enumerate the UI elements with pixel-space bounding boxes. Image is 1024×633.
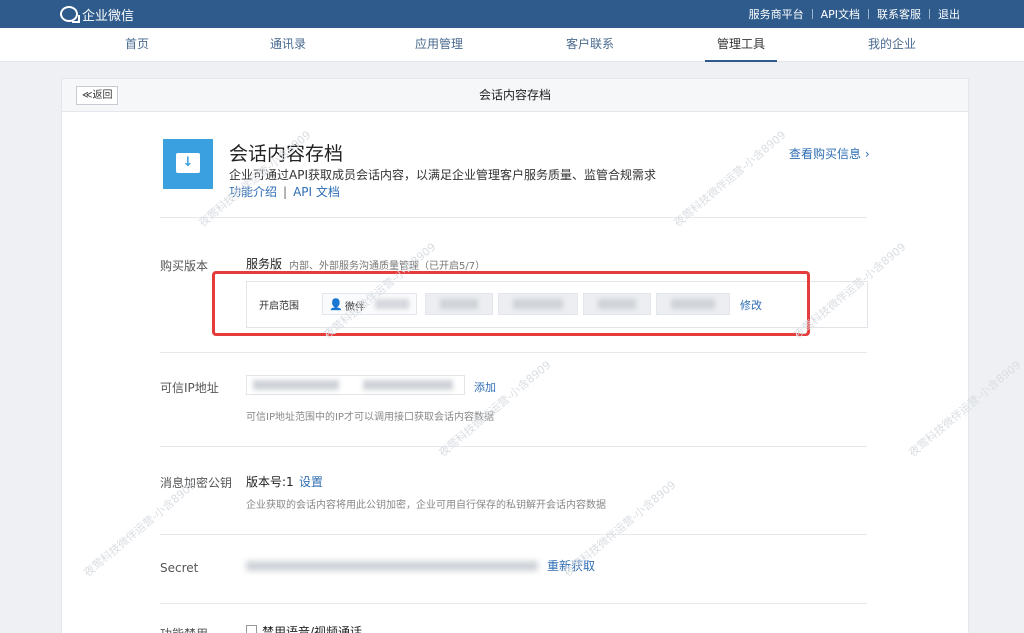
logout-link[interactable]: 退出 [930,6,968,22]
redacted-text [363,380,453,390]
redacted-text [375,299,409,309]
scope-box: 开启范围 👤 微伴 修改 [246,281,868,328]
top-bar: 企业微信 服务商平台 API文档 联系客服 退出 [0,0,1024,28]
top-links: 服务商平台 API文档 联系客服 退出 [741,0,968,28]
tab-home[interactable]: 首页 [113,28,161,62]
feature-intro-link[interactable]: 功能介绍 [229,185,277,199]
app-description: 企业可通过API获取成员会话内容，以满足企业管理客户服务质量、监管合规需求 [229,168,656,182]
tab-my-enterprise[interactable]: 我的企业 [856,28,928,62]
redacted-secret [246,561,538,571]
archive-app-icon: ↓ [163,139,213,189]
redacted-text [440,299,478,309]
api-docs-link[interactable]: API文档 [813,6,868,22]
member-chip: 👤 微伴 [322,293,417,315]
section-divider [160,603,867,604]
panel-title: 会话内容存档 [478,88,551,102]
trusted-ip-input[interactable] [246,375,465,395]
section-divider [160,534,867,535]
modify-scope-link[interactable]: 修改 [740,297,762,313]
redacted-text [513,299,563,309]
tab-app-management[interactable]: 应用管理 [403,28,475,62]
app-name: 会话内容存档 [229,143,344,165]
public-key-label: 消息加密公钥 [160,476,233,490]
member-chip [656,293,730,315]
disable-label: 功能禁用 [160,625,208,633]
section-divider [160,446,867,447]
version-label: 购买版本 [160,259,209,273]
member-chip [425,293,493,315]
disable-voice-video-checkbox[interactable] [246,625,257,633]
refetch-secret-link[interactable]: 重新获取 [547,557,595,574]
key-version: 版本号:1 [246,475,294,489]
back-button[interactable]: ≪返回 [76,86,119,105]
secret-label: Secret [160,561,199,575]
version-description: 内部、外部服务沟通质量管理（已开启5/7） [289,261,486,272]
contact-support-link[interactable]: 联系客服 [869,6,929,22]
member-name: 微伴 [345,302,365,313]
public-key-hint: 企业获取的会话内容将用此公钥加密，企业可用自行保存的私钥解开会话内容数据 [246,500,606,511]
add-ip-link[interactable]: 添加 [474,379,496,395]
app-links: 功能介绍 | API 文档 [229,183,340,200]
provider-platform-link[interactable]: 服务商平台 [741,6,812,22]
content-panel: 会话内容存档 ≪返回 ↓ 会话内容存档 企业可通过API获取成员会话内容，以满足… [61,78,969,633]
logo[interactable]: 企业微信 [60,5,135,24]
download-arrow-icon: ↓ [182,155,194,170]
section-divider [160,352,867,353]
view-purchase-info-link[interactable]: 查看购买信息 › [789,145,870,162]
version-name: 服务版 [246,257,283,271]
trusted-ip-label: 可信IP地址 [160,381,219,395]
scope-label: 开启范围 [259,301,299,312]
main-nav: 首页 通讯录 应用管理 客户联系 管理工具 我的企业 [0,28,1024,62]
set-key-link[interactable]: 设置 [299,473,323,490]
tab-customer-contact[interactable]: 客户联系 [554,28,626,62]
chat-bubble-icon [60,6,80,23]
logo-text: 企业微信 [82,8,135,24]
redacted-text [253,380,339,390]
user-icon: 👤 [329,298,343,311]
tab-contacts[interactable]: 通讯录 [258,28,318,62]
redacted-text [598,299,636,309]
trusted-ip-hint: 可信IP地址范围中的IP才可以调用接口获取会话内容数据 [246,412,494,423]
link-separator: | [283,185,288,199]
redacted-text [671,299,715,309]
member-chip [583,293,651,315]
api-doc-link[interactable]: API 文档 [293,185,340,199]
panel-header: 会话内容存档 ≪返回 [62,79,968,112]
disable-voice-video-label: 禁用语音/视频通话 [262,625,363,633]
member-chip [498,293,578,315]
tab-management-tools[interactable]: 管理工具 [704,28,778,62]
section-divider [160,217,867,218]
